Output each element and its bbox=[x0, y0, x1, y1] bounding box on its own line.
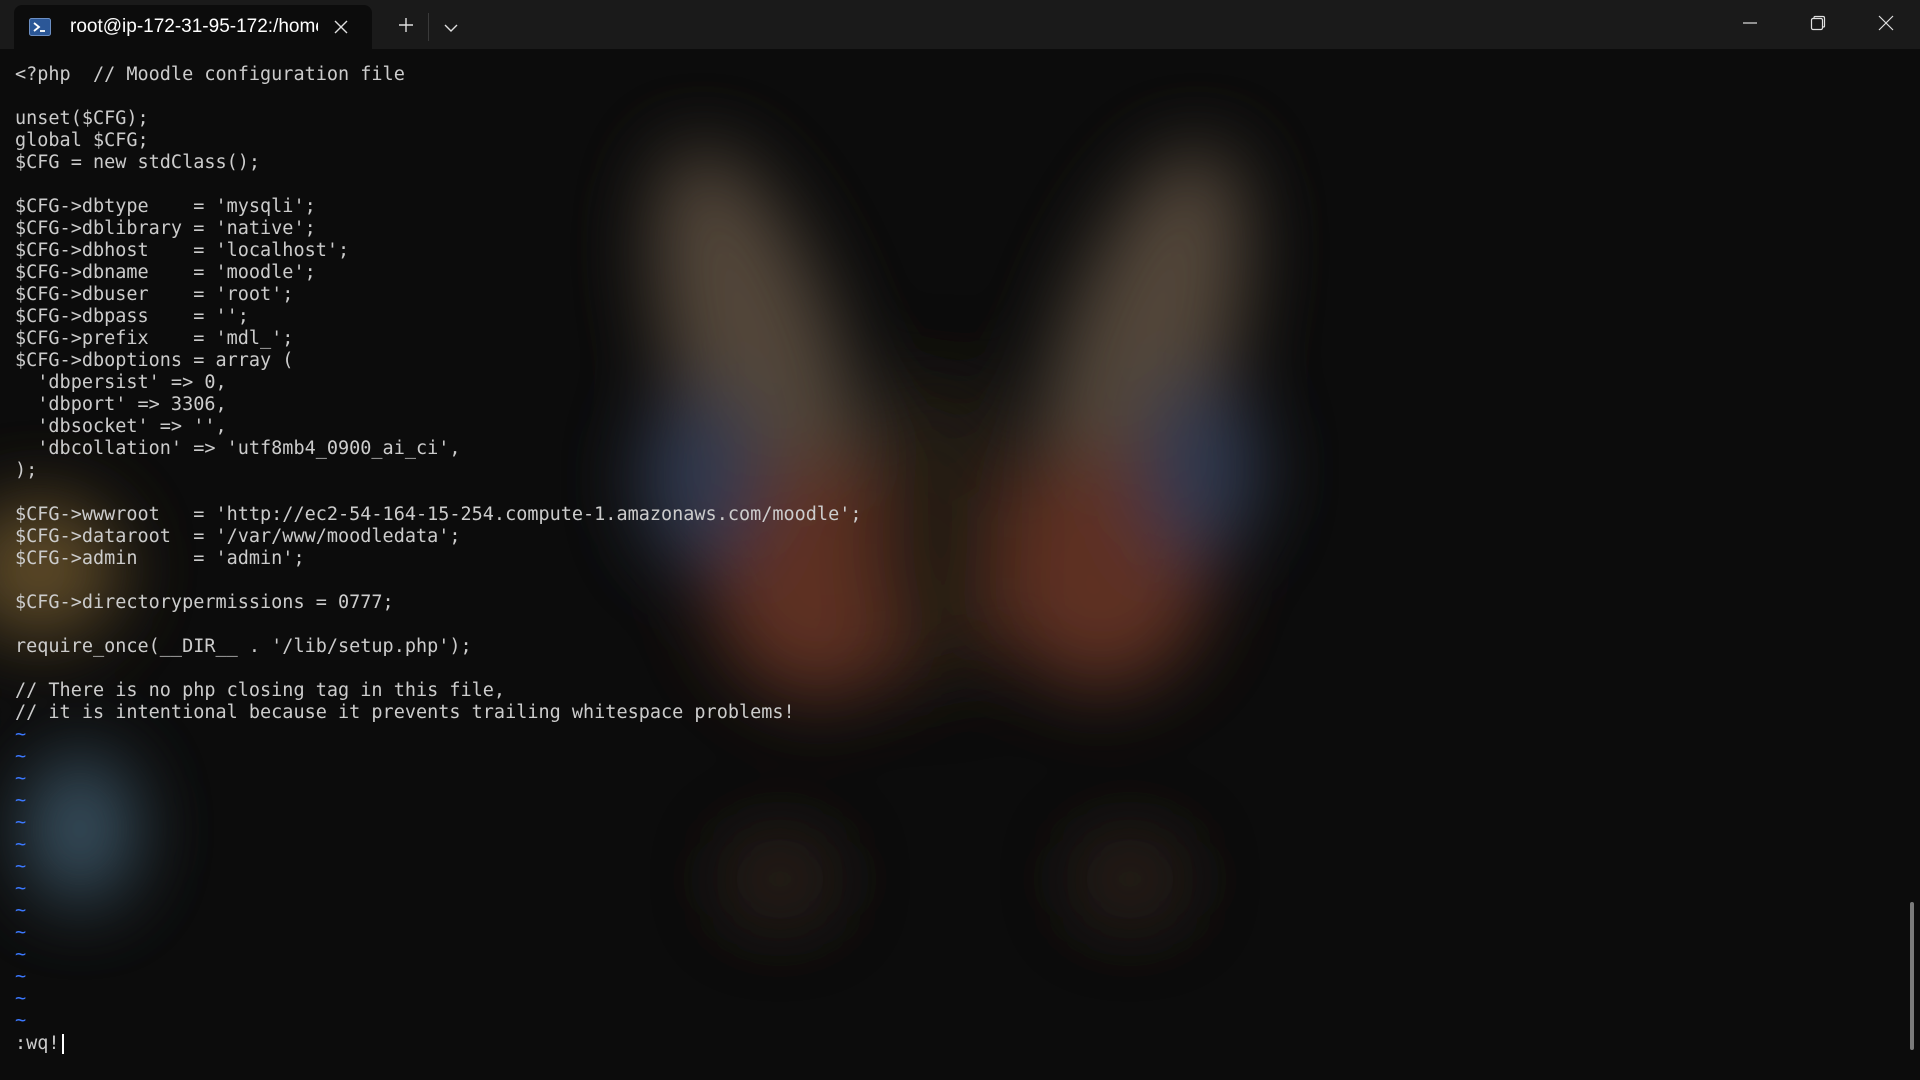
code-line: // it is intentional because it prevents… bbox=[15, 702, 795, 723]
code-line: $CFG->directorypermissions = 0777; bbox=[15, 592, 394, 613]
close-window-button[interactable] bbox=[1852, 0, 1920, 49]
vim-command-line[interactable]: :wq! bbox=[15, 1033, 64, 1055]
empty-buffer-line: ~ bbox=[15, 834, 27, 855]
code-line: 'dbpersist' => 0, bbox=[15, 372, 227, 393]
empty-buffer-line: ~ bbox=[15, 856, 27, 877]
empty-buffer-line: ~ bbox=[15, 878, 27, 899]
plus-icon bbox=[398, 17, 414, 37]
empty-buffer-line: ~ bbox=[15, 768, 27, 789]
close-icon bbox=[1878, 15, 1894, 35]
code-line: $CFG->dbpass = ''; bbox=[15, 306, 249, 327]
code-line: $CFG->dbuser = 'root'; bbox=[15, 284, 294, 305]
empty-buffer-line: ~ bbox=[15, 1010, 27, 1031]
minimize-icon bbox=[1742, 15, 1758, 35]
restore-button[interactable] bbox=[1784, 0, 1852, 49]
code-line: $CFG->dblibrary = 'native'; bbox=[15, 218, 316, 239]
terminal-window: root@ip-172-31-95-172:/home <?php // Moo… bbox=[0, 0, 1920, 1080]
code-line: $CFG->admin = 'admin'; bbox=[15, 548, 305, 569]
code-line: $CFG->dataroot = '/var/www/moodledata'; bbox=[15, 526, 461, 547]
empty-buffer-line: ~ bbox=[15, 812, 27, 833]
title-bar: root@ip-172-31-95-172:/home bbox=[0, 0, 1920, 49]
code-line: $CFG = new stdClass(); bbox=[15, 152, 261, 173]
code-line: $CFG->dbtype = 'mysqli'; bbox=[15, 196, 316, 217]
new-tab-button[interactable] bbox=[384, 5, 428, 49]
empty-buffer-line: ~ bbox=[15, 724, 27, 745]
code-line: 'dbcollation' => 'utf8mb4_0900_ai_ci', bbox=[15, 438, 461, 459]
tab-title: root@ip-172-31-95-172:/home bbox=[70, 16, 318, 37]
code-line: $CFG->dbname = 'moodle'; bbox=[15, 262, 316, 283]
code-line: $CFG->wwwroot = 'http://ec2-54-164-15-25… bbox=[15, 504, 862, 525]
restore-icon bbox=[1810, 15, 1826, 35]
code-line: 'dbsocket' => '', bbox=[15, 416, 227, 437]
code-line: require_once(__DIR__ . '/lib/setup.php')… bbox=[15, 636, 472, 657]
empty-buffer-line: ~ bbox=[15, 922, 27, 943]
chevron-down-icon bbox=[444, 18, 458, 37]
empty-buffer-line: ~ bbox=[15, 900, 27, 921]
close-tab-icon[interactable] bbox=[330, 16, 352, 38]
code-line: unset($CFG); bbox=[15, 108, 149, 129]
code-line: global $CFG; bbox=[15, 130, 149, 151]
minimize-button[interactable] bbox=[1716, 0, 1784, 49]
code-line: 'dbport' => 3306, bbox=[15, 394, 227, 415]
code-line: // There is no php closing tag in this f… bbox=[15, 680, 506, 701]
code-line: <?php // Moodle configuration file bbox=[15, 64, 405, 85]
code-line: $CFG->dboptions = array ( bbox=[15, 350, 294, 371]
empty-buffer-line: ~ bbox=[15, 944, 27, 965]
empty-buffer-line: ~ bbox=[15, 966, 27, 987]
terminal-output[interactable]: <?php // Moodle configuration file unset(… bbox=[15, 64, 1895, 1032]
terminal-prompt-icon bbox=[28, 17, 52, 37]
empty-buffer-line: ~ bbox=[15, 988, 27, 1009]
empty-buffer-line: ~ bbox=[15, 746, 27, 767]
command-text: :wq! bbox=[15, 1033, 60, 1054]
text-cursor bbox=[61, 1034, 64, 1054]
window-controls bbox=[1716, 0, 1920, 49]
code-line: $CFG->dbhost = 'localhost'; bbox=[15, 240, 350, 261]
code-line: ); bbox=[15, 460, 38, 481]
empty-buffer-line: ~ bbox=[15, 790, 27, 811]
code-line: $CFG->prefix = 'mdl_'; bbox=[15, 328, 294, 349]
scrollbar[interactable] bbox=[1910, 902, 1914, 1050]
tab-dropdown-button[interactable] bbox=[429, 5, 473, 49]
terminal-tab[interactable]: root@ip-172-31-95-172:/home bbox=[14, 5, 372, 49]
